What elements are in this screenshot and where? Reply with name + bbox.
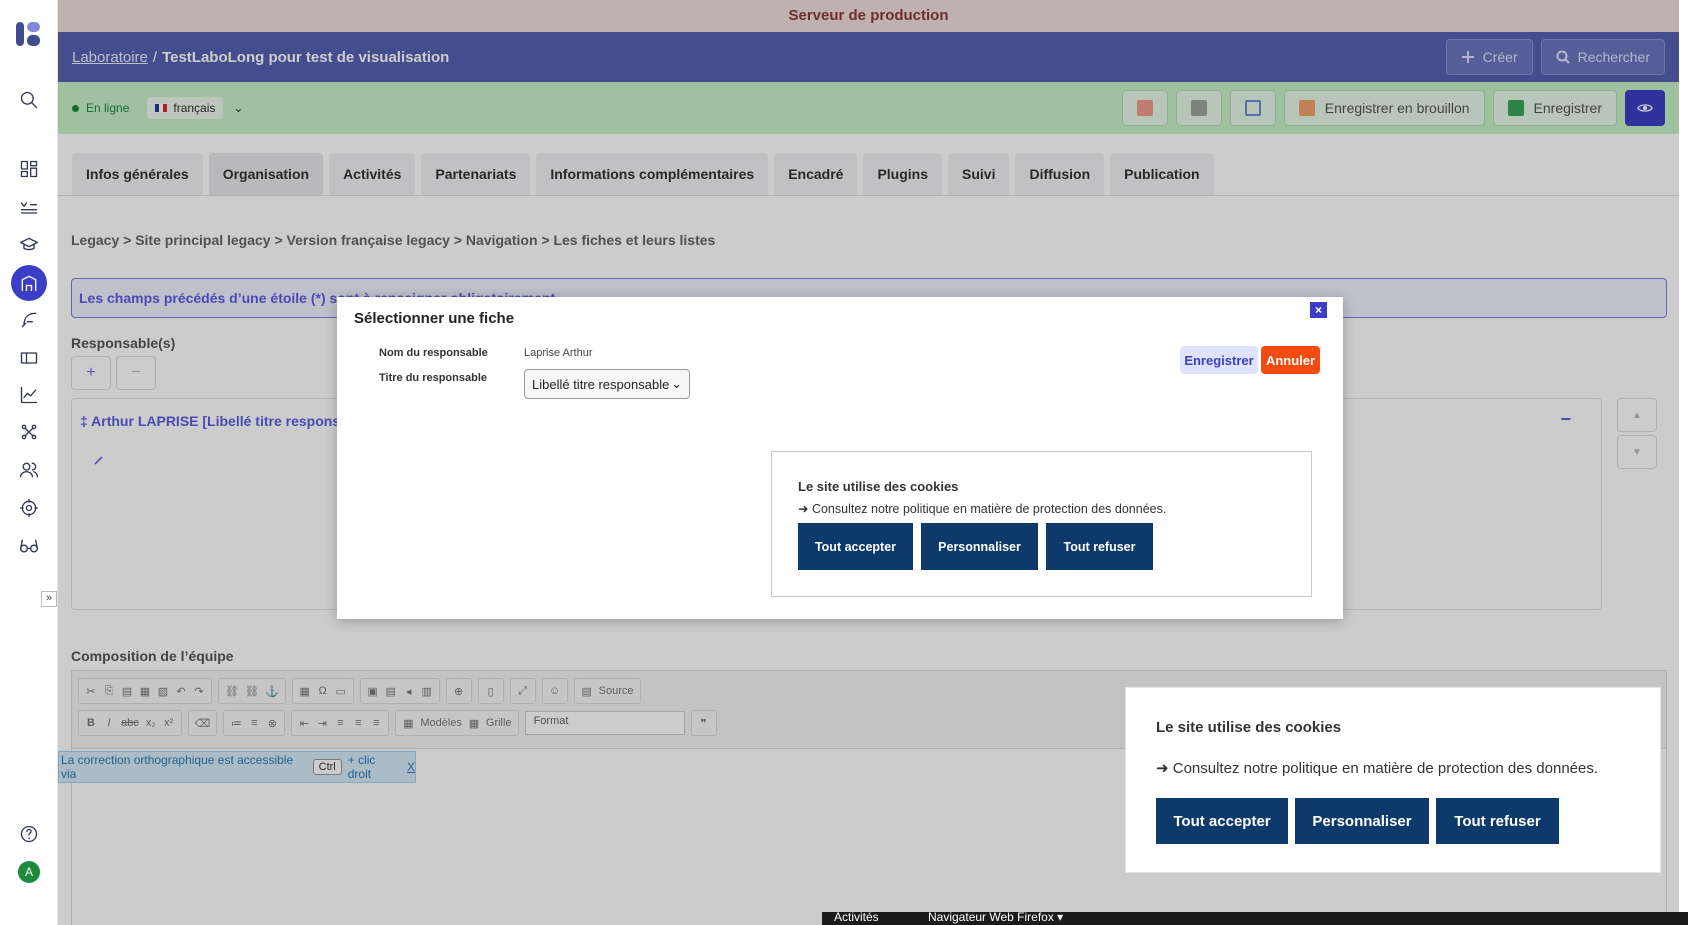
activities-button[interactable]: Activités bbox=[834, 912, 879, 924]
name-label: Nom du responsable bbox=[379, 347, 488, 359]
chevron-down-icon: ⌄ bbox=[671, 376, 682, 391]
feather-icon[interactable] bbox=[13, 304, 45, 336]
ticket-icon[interactable] bbox=[13, 342, 45, 374]
cookie-accept-button[interactable]: Tout accepter bbox=[798, 523, 913, 570]
cookie-banner-inner: Le site utilise des cookies ➜ Consultez … bbox=[771, 451, 1312, 597]
content-icon[interactable] bbox=[13, 192, 45, 224]
cookie-title: Le site utilise des cookies bbox=[1156, 719, 1342, 736]
modal-save-button[interactable]: Enregistrer bbox=[1180, 346, 1258, 374]
dashboard-icon[interactable] bbox=[13, 153, 45, 185]
os-taskbar: Activités Navigateur Web Firefox ▾ bbox=[822, 912, 1688, 925]
education-icon[interactable] bbox=[13, 229, 45, 261]
cookie-customize-button[interactable]: Personnaliser bbox=[1295, 798, 1429, 844]
modal-title: Sélectionner une fiche bbox=[354, 310, 515, 327]
glasses-icon[interactable] bbox=[13, 530, 45, 562]
app-logo bbox=[16, 20, 42, 48]
users-icon[interactable] bbox=[13, 454, 45, 486]
cookie-banner: Le site utilise des cookies ➜ Consultez … bbox=[1125, 687, 1661, 873]
cookie-refuse-button[interactable]: Tout refuser bbox=[1436, 798, 1559, 844]
laboratory-icon[interactable] bbox=[11, 265, 47, 301]
title-label: Titre du responsable bbox=[379, 372, 487, 384]
help-icon[interactable] bbox=[13, 818, 45, 850]
cookie-accept-button[interactable]: Tout accepter bbox=[1156, 798, 1288, 844]
select-record-modal: Sélectionner une fiche × Nom du responsa… bbox=[337, 297, 1343, 619]
modal-cancel-button[interactable]: Annuler bbox=[1261, 346, 1320, 374]
cookie-policy-link[interactable]: ➜ Consultez notre politique en matière d… bbox=[798, 501, 1166, 516]
search-icon[interactable] bbox=[13, 84, 45, 116]
title-select[interactable]: Libellé titre responsable ⌄ bbox=[524, 369, 690, 399]
cookie-refuse-button[interactable]: Tout refuser bbox=[1046, 523, 1153, 570]
cookie-customize-button[interactable]: Personnaliser bbox=[921, 523, 1038, 570]
cookie-title: Le site utilise des cookies bbox=[798, 479, 959, 494]
close-icon[interactable]: × bbox=[1310, 302, 1327, 318]
browser-app-menu[interactable]: Navigateur Web Firefox ▾ bbox=[928, 912, 1063, 924]
chart-icon[interactable] bbox=[13, 379, 45, 411]
cookie-policy-link[interactable]: ➜ Consultez notre politique en matière d… bbox=[1156, 759, 1598, 777]
name-value: Laprise Arthur bbox=[524, 347, 593, 359]
network-icon[interactable] bbox=[13, 416, 45, 448]
left-rail: A bbox=[0, 0, 58, 925]
expand-rail-button[interactable]: » bbox=[41, 591, 57, 607]
gear-icon[interactable] bbox=[13, 492, 45, 524]
title-select-value: Libellé titre responsable bbox=[532, 376, 670, 392]
avatar[interactable]: A bbox=[18, 861, 40, 883]
